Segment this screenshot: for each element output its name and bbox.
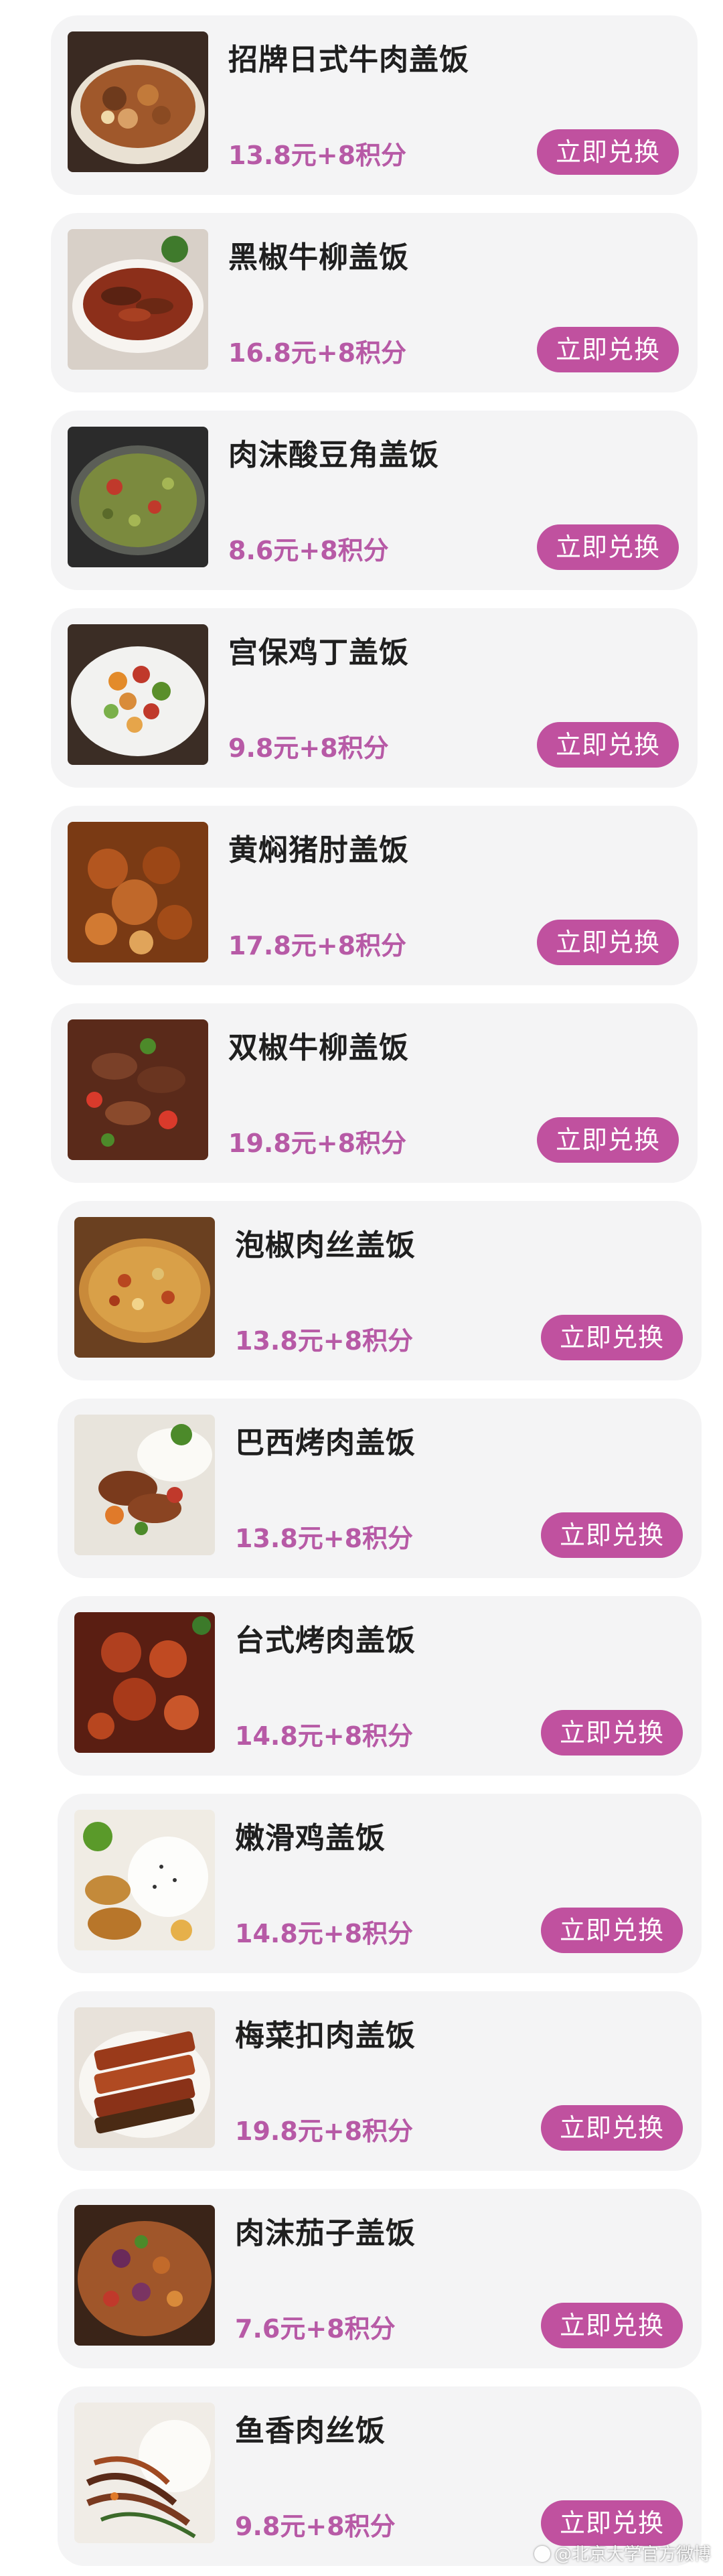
item-title: 梅菜扣肉盖饭	[235, 2019, 416, 2053]
redeem-button[interactable]: 立即兑换	[537, 920, 679, 965]
item-price: 13.8元+8积分	[235, 1524, 414, 1553]
list-item[interactable]: 泡椒肉丝盖饭 13.8元+8积分 立即兑换	[58, 1201, 702, 1380]
item-title: 泡椒肉丝盖饭	[235, 1228, 416, 1263]
redeem-item-list: 招牌日式牛肉盖饭 13.8元+8积分 立即兑换 黑椒牛柳盖饭 16.8元+8积分…	[0, 0, 723, 2576]
redeem-button[interactable]: 立即兑换	[541, 1710, 683, 1756]
eggplant-minced-pork-image	[74, 2205, 215, 2346]
redeem-button[interactable]: 立即兑换	[541, 2500, 683, 2546]
list-item[interactable]: 黄焖猪肘盖饭 17.8元+8积分 立即兑换	[51, 806, 698, 985]
list-item[interactable]: 嫩滑鸡盖饭 14.8元+8积分 立即兑换	[58, 1794, 702, 1973]
redeem-button[interactable]: 立即兑换	[541, 2105, 683, 2151]
braised-pork-knuckle-image	[68, 822, 208, 962]
redeem-button[interactable]: 立即兑换	[537, 722, 679, 768]
item-title: 宫保鸡丁盖饭	[228, 636, 409, 670]
beef-rice-bowl-image	[68, 31, 208, 172]
pickled-pepper-pork-image	[74, 1217, 215, 1358]
item-title: 招牌日式牛肉盖饭	[228, 43, 469, 77]
redeem-button[interactable]: 立即兑换	[537, 327, 679, 372]
list-item[interactable]: 梅菜扣肉盖饭 19.8元+8积分 立即兑换	[58, 1991, 702, 2171]
kung-pao-chicken-image	[68, 624, 208, 765]
preserved-veg-pork-image	[74, 2007, 215, 2148]
redeem-button[interactable]: 立即兑换	[541, 1908, 683, 1953]
list-item[interactable]: 鱼香肉丝饭 9.8元+8积分 立即兑换	[58, 2386, 702, 2566]
weibo-icon	[534, 2546, 550, 2562]
double-pepper-beef-image	[68, 1019, 208, 1160]
item-price: 8.6元+8积分	[228, 536, 389, 565]
redeem-button[interactable]: 立即兑换	[537, 524, 679, 570]
list-item[interactable]: 黑椒牛柳盖饭 16.8元+8积分 立即兑换	[51, 213, 698, 392]
item-title: 巴西烤肉盖饭	[235, 1426, 416, 1460]
taiwanese-bbq-image	[74, 1612, 215, 1753]
yuxiang-pork-image	[74, 2403, 215, 2543]
redeem-button[interactable]: 立即兑换	[541, 2303, 683, 2348]
list-item[interactable]: 宫保鸡丁盖饭 9.8元+8积分 立即兑换	[51, 608, 698, 788]
black-pepper-beef-image	[68, 229, 208, 370]
redeem-button[interactable]: 立即兑换	[541, 1315, 683, 1360]
list-item[interactable]: 招牌日式牛肉盖饭 13.8元+8积分 立即兑换	[51, 15, 698, 195]
item-price: 13.8元+8积分	[228, 141, 407, 170]
item-title: 肉沫茄子盖饭	[235, 2216, 416, 2250]
item-title: 黑椒牛柳盖饭	[228, 240, 409, 275]
item-price: 19.8元+8积分	[235, 2117, 414, 2146]
watermark-text: @北京大学官方微博	[554, 2545, 711, 2565]
item-price: 16.8元+8积分	[228, 338, 407, 368]
item-title: 肉沫酸豆角盖饭	[228, 438, 439, 472]
list-item[interactable]: 巴西烤肉盖饭 13.8元+8积分 立即兑换	[58, 1399, 702, 1578]
item-price: 14.8元+8积分	[235, 1919, 414, 1948]
item-price: 13.8元+8积分	[235, 1326, 414, 1356]
tender-chicken-rice-image	[74, 1810, 215, 1950]
item-price: 9.8元+8积分	[228, 733, 389, 763]
item-title: 黄焖猪肘盖饭	[228, 833, 409, 867]
item-price: 7.6元+8积分	[235, 2314, 396, 2344]
item-title: 双椒牛柳盖饭	[228, 1031, 409, 1065]
item-title: 嫩滑鸡盖饭	[235, 1821, 386, 1855]
pickled-beans-image	[68, 427, 208, 567]
brazilian-bbq-image	[74, 1415, 215, 1555]
item-price: 19.8元+8积分	[228, 1129, 407, 1158]
redeem-button[interactable]: 立即兑换	[537, 1117, 679, 1163]
weibo-watermark: @北京大学官方微博	[534, 2541, 711, 2565]
item-price: 17.8元+8积分	[228, 931, 407, 960]
redeem-button[interactable]: 立即兑换	[541, 1512, 683, 1558]
item-price: 9.8元+8积分	[235, 2512, 396, 2541]
item-price: 14.8元+8积分	[235, 1721, 414, 1751]
item-title: 台式烤肉盖饭	[235, 1624, 416, 1658]
list-item[interactable]: 双椒牛柳盖饭 19.8元+8积分 立即兑换	[51, 1003, 698, 1183]
list-item[interactable]: 台式烤肉盖饭 14.8元+8积分 立即兑换	[58, 1596, 702, 1776]
item-title: 鱼香肉丝饭	[235, 2414, 386, 2448]
list-item[interactable]: 肉沫酸豆角盖饭 8.6元+8积分 立即兑换	[51, 411, 698, 590]
redeem-button[interactable]: 立即兑换	[537, 129, 679, 175]
list-item[interactable]: 肉沫茄子盖饭 7.6元+8积分 立即兑换	[58, 2189, 702, 2368]
